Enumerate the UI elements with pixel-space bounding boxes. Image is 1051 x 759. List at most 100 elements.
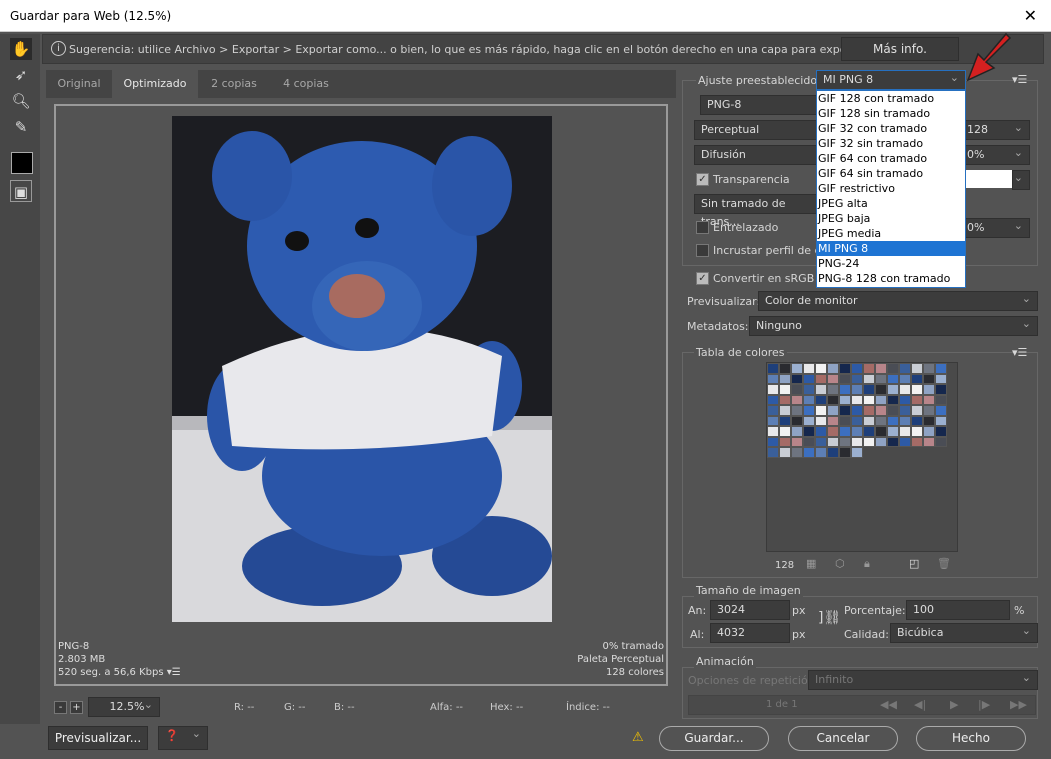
close-icon[interactable]: ✕: [1024, 6, 1037, 25]
color-swatch[interactable]: [923, 384, 935, 395]
color-swatch[interactable]: [767, 436, 779, 447]
web-snap-amount[interactable]: 0%: [960, 217, 1030, 238]
color-swatch[interactable]: [779, 405, 791, 416]
tab-2-up[interactable]: 2 copias: [198, 70, 270, 98]
color-swatch[interactable]: [887, 415, 899, 426]
color-swatch[interactable]: [887, 405, 899, 416]
color-swatch[interactable]: [827, 415, 839, 426]
color-swatch[interactable]: [791, 447, 803, 458]
matte-dropdown[interactable]: [1012, 169, 1030, 190]
preset-menu-item[interactable]: PNG-24: [817, 256, 965, 271]
preset-select[interactable]: MI PNG 8: [816, 69, 966, 90]
width-input[interactable]: 3024: [710, 600, 790, 620]
color-swatch[interactable]: [839, 447, 851, 458]
preset-menu-item[interactable]: JPEG media: [817, 226, 965, 241]
zoom-select[interactable]: 12.5%: [88, 696, 160, 717]
percent-input[interactable]: 100: [906, 600, 1010, 620]
color-swatch[interactable]: [839, 405, 851, 416]
color-swatch[interactable]: [803, 363, 815, 374]
zoom-out-button[interactable]: -: [54, 701, 67, 714]
color-swatch[interactable]: [863, 394, 875, 405]
dither-amount[interactable]: 0%: [960, 144, 1030, 165]
color-swatch[interactable]: [875, 394, 887, 405]
color-swatch[interactable]: [827, 373, 839, 384]
slice-select-icon[interactable]: ➶: [10, 64, 32, 86]
color-swatch[interactable]: [875, 373, 887, 384]
zoom-in-button[interactable]: +: [70, 701, 83, 714]
color-swatch[interactable]: [851, 363, 863, 374]
tab-optimized[interactable]: Optimizado: [112, 70, 198, 98]
color-table[interactable]: [766, 362, 958, 552]
color-swatch[interactable]: [791, 415, 803, 426]
matte-color-swatch[interactable]: [966, 170, 1012, 188]
color-swatch[interactable]: [887, 436, 899, 447]
color-swatch[interactable]: [887, 373, 899, 384]
preset-menu-item[interactable]: JPEG baja: [817, 211, 965, 226]
embed-profile-checkbox[interactable]: [696, 244, 709, 257]
color-swatch[interactable]: [875, 363, 887, 374]
color-swatch[interactable]: [863, 426, 875, 437]
color-swatch[interactable]: [899, 373, 911, 384]
color-swatch[interactable]: [851, 373, 863, 384]
color-swatch[interactable]: [779, 373, 791, 384]
color-swatch[interactable]: [851, 405, 863, 416]
color-swatch[interactable]: [839, 415, 851, 426]
color-swatch[interactable]: [827, 384, 839, 395]
color-swatch[interactable]: [791, 436, 803, 447]
eyedropper-color-swatch[interactable]: [11, 152, 33, 174]
color-swatch[interactable]: [863, 363, 875, 374]
zoom-tool-icon[interactable]: 🔍︎: [10, 90, 32, 112]
cancel-button[interactable]: Cancelar: [788, 726, 898, 751]
delete-color-icon[interactable]: 🗑︎: [937, 557, 951, 570]
color-swatch[interactable]: [767, 394, 779, 405]
format-select[interactable]: PNG-8: [700, 95, 820, 115]
color-swatch[interactable]: [851, 384, 863, 395]
preview-in-browser-button[interactable]: Previsualizar...: [48, 726, 148, 750]
color-swatch[interactable]: [791, 373, 803, 384]
color-swatch[interactable]: [923, 373, 935, 384]
tab-4-up[interactable]: 4 copias: [270, 70, 342, 98]
color-swatch[interactable]: [791, 405, 803, 416]
color-swatch[interactable]: [899, 415, 911, 426]
color-swatch[interactable]: [923, 405, 935, 416]
color-swatch[interactable]: [767, 415, 779, 426]
color-swatch[interactable]: [899, 384, 911, 395]
colors-select[interactable]: 128: [960, 119, 1030, 140]
color-swatch[interactable]: [899, 363, 911, 374]
play-icon[interactable]: ▶: [950, 698, 958, 711]
color-swatch[interactable]: [935, 426, 947, 437]
preset-menu-item[interactable]: JPEG alta: [817, 196, 965, 211]
color-swatch[interactable]: [767, 373, 779, 384]
color-swatch[interactable]: [911, 426, 923, 437]
color-swatch[interactable]: [923, 415, 935, 426]
preset-menu-item[interactable]: PNG-8 128 con tramado: [817, 271, 965, 286]
color-swatch[interactable]: [779, 447, 791, 458]
color-swatch[interactable]: [911, 384, 923, 395]
color-swatch[interactable]: [839, 363, 851, 374]
color-swatch[interactable]: [827, 426, 839, 437]
color-swatch[interactable]: [839, 394, 851, 405]
color-swatch[interactable]: [899, 394, 911, 405]
color-swatch[interactable]: [935, 405, 947, 416]
color-swatch[interactable]: [935, 415, 947, 426]
transparency-dither-select[interactable]: Sin tramado de trans...: [694, 194, 824, 228]
color-swatch[interactable]: [815, 436, 827, 447]
color-swatch[interactable]: [911, 415, 923, 426]
color-swatch[interactable]: [935, 384, 947, 395]
color-swatch[interactable]: [887, 426, 899, 437]
color-swatch[interactable]: [887, 394, 899, 405]
preset-menu-item[interactable]: GIF 32 con tramado: [817, 121, 965, 136]
more-info-button[interactable]: Más info.: [841, 37, 959, 61]
color-swatch[interactable]: [887, 363, 899, 374]
preset-menu-item[interactable]: GIF restrictivo: [817, 181, 965, 196]
color-swatch[interactable]: [779, 394, 791, 405]
color-swatch[interactable]: [815, 384, 827, 395]
preset-menu-item[interactable]: GIF 128 con tramado: [817, 91, 965, 106]
color-swatch[interactable]: [767, 426, 779, 437]
preset-menu-item[interactable]: GIF 64 sin tramado: [817, 166, 965, 181]
save-button[interactable]: Guardar...: [659, 726, 769, 751]
color-swatch[interactable]: [923, 426, 935, 437]
prev-frame-icon[interactable]: ◀|: [914, 698, 926, 711]
color-swatch[interactable]: [851, 447, 863, 458]
browser-select[interactable]: ❓: [158, 725, 208, 750]
